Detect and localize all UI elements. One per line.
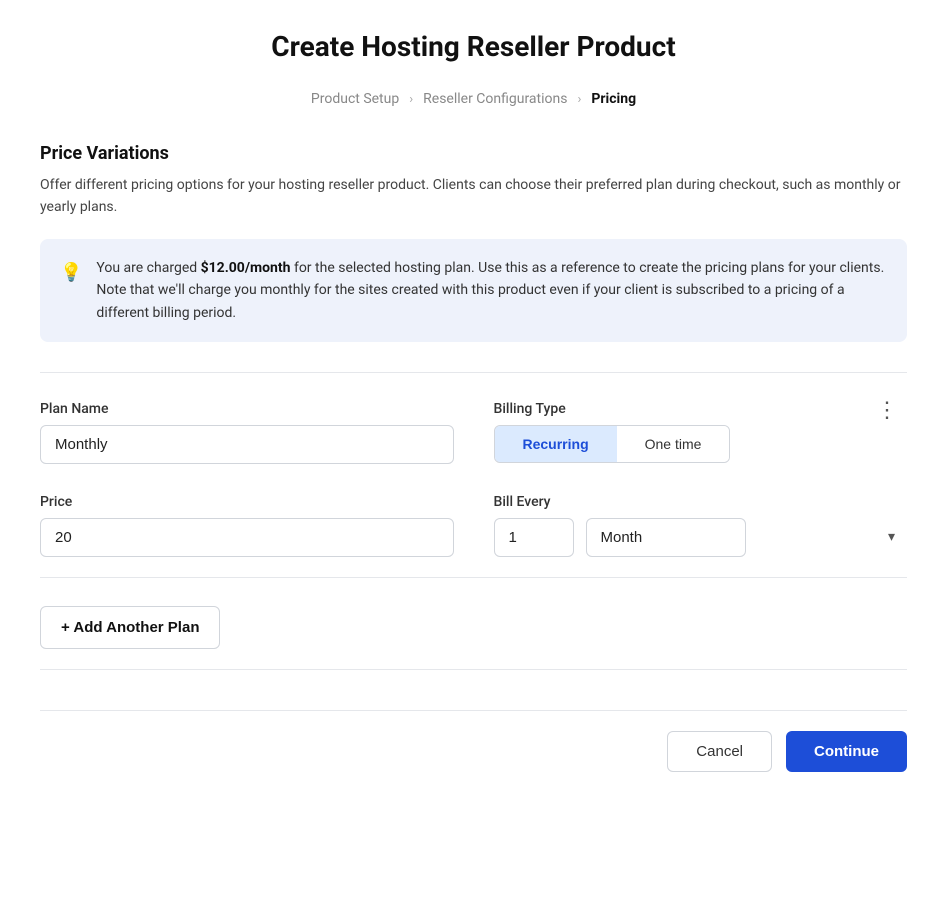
add-another-plan-button[interactable]: + Add Another Plan (40, 606, 220, 649)
plan-grid: Plan Name Billing Type Recurring One tim… (40, 401, 907, 557)
breadcrumb-pricing: Pricing (591, 91, 636, 107)
more-options-button[interactable]: ⋮ (868, 393, 907, 427)
bottom-actions: Cancel Continue (40, 710, 907, 772)
info-icon: 💡 (60, 259, 82, 288)
breadcrumb-reseller-config: Reseller Configurations (423, 91, 567, 107)
price-input[interactable] (40, 518, 454, 557)
billing-type-toggle: Recurring One time (494, 425, 731, 463)
bill-every-period-wrapper: Month Year Week Day ▾ (586, 518, 908, 557)
divider-middle (40, 577, 907, 578)
billing-recurring-button[interactable]: Recurring (495, 426, 617, 462)
price-variations-title: Price Variations (40, 143, 907, 164)
continue-button[interactable]: Continue (786, 731, 907, 772)
price-label: Price (40, 494, 454, 510)
info-box-text: You are charged $12.00/month for the sel… (96, 257, 887, 324)
chevron-down-icon: ▾ (888, 529, 895, 545)
plan-section: ⋮ Plan Name Billing Type Recurring One t… (40, 401, 907, 557)
breadcrumb-chevron-2: › (577, 92, 581, 107)
plan-name-group: Plan Name (40, 401, 454, 464)
billing-one-time-button[interactable]: One time (617, 426, 730, 462)
breadcrumb-product-setup: Product Setup (311, 91, 399, 107)
bill-every-period-select[interactable]: Month Year Week Day (586, 518, 746, 557)
breadcrumb-chevron-1: › (409, 92, 413, 107)
bill-every-number-input[interactable] (494, 518, 574, 557)
divider-bottom (40, 669, 907, 670)
bill-every-row: Month Year Week Day ▾ (494, 518, 908, 557)
divider-top (40, 372, 907, 373)
bill-every-label: Bill Every (494, 494, 908, 510)
billing-type-group: Billing Type Recurring One time (494, 401, 908, 463)
cancel-button[interactable]: Cancel (667, 731, 772, 772)
plan-name-input[interactable] (40, 425, 454, 464)
price-group: Price (40, 494, 454, 557)
plan-name-label: Plan Name (40, 401, 454, 417)
page-title: Create Hosting Reseller Product (40, 30, 907, 63)
info-box: 💡 You are charged $12.00/month for the s… (40, 239, 907, 342)
price-variations-description: Offer different pricing options for your… (40, 174, 907, 219)
bill-every-group: Bill Every Month Year Week Day ▾ (494, 494, 908, 557)
billing-type-label: Billing Type (494, 401, 908, 417)
breadcrumb: Product Setup › Reseller Configurations … (40, 91, 907, 107)
